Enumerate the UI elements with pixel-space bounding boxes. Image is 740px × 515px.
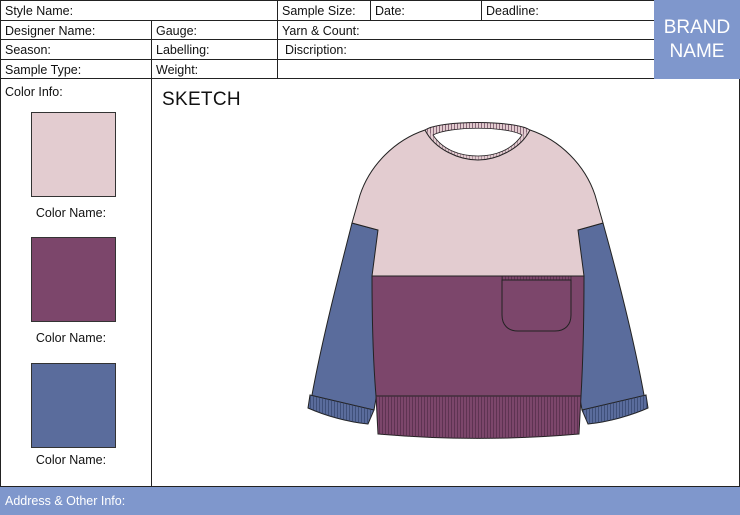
color-name-label-2: Color Name: bbox=[35, 331, 107, 345]
color-swatch-1 bbox=[31, 112, 116, 197]
weight-field[interactable]: Weight: bbox=[151, 60, 277, 78]
sample-type-field[interactable]: Sample Type: bbox=[0, 60, 151, 78]
date-field[interactable]: Date: bbox=[370, 1, 481, 20]
sample-size-field[interactable]: Sample Size: bbox=[277, 1, 370, 20]
color-name-label-3: Color Name: bbox=[35, 453, 107, 467]
discription-field[interactable]: Discription: bbox=[280, 40, 654, 59]
gauge-field[interactable]: Gauge: bbox=[151, 21, 277, 39]
style-name-field[interactable]: Style Name: bbox=[0, 1, 277, 20]
labelling-field[interactable]: Labelling: bbox=[151, 40, 277, 59]
sketch-title: SKETCH bbox=[162, 89, 241, 110]
designer-name-field[interactable]: Designer Name: bbox=[0, 21, 151, 39]
brand-name-line-2: NAME bbox=[669, 40, 725, 62]
grid-line bbox=[151, 20, 152, 487]
season-field[interactable]: Season: bbox=[0, 40, 151, 59]
address-label: Address & Other Info: bbox=[5, 494, 126, 508]
color-info-title: Color Info: bbox=[5, 85, 63, 99]
brand-name-box: BRAND NAME bbox=[654, 0, 740, 79]
color-name-label-1: Color Name: bbox=[35, 206, 107, 220]
sweater-sketch bbox=[307, 122, 649, 439]
brand-name-line-1: BRAND bbox=[663, 16, 731, 38]
color-swatch-2 bbox=[31, 237, 116, 322]
yarn-count-field[interactable]: Yarn & Count: bbox=[277, 21, 654, 39]
blank-field[interactable] bbox=[277, 60, 654, 78]
tech-pack-sheet: Style Name: Sample Size: Date: Deadline:… bbox=[0, 0, 740, 515]
grid-line bbox=[0, 78, 740, 79]
deadline-field[interactable]: Deadline: bbox=[481, 1, 654, 20]
color-swatch-3 bbox=[31, 363, 116, 448]
chest-pocket bbox=[501, 279, 572, 332]
address-footer[interactable]: Address & Other Info: bbox=[0, 487, 740, 515]
